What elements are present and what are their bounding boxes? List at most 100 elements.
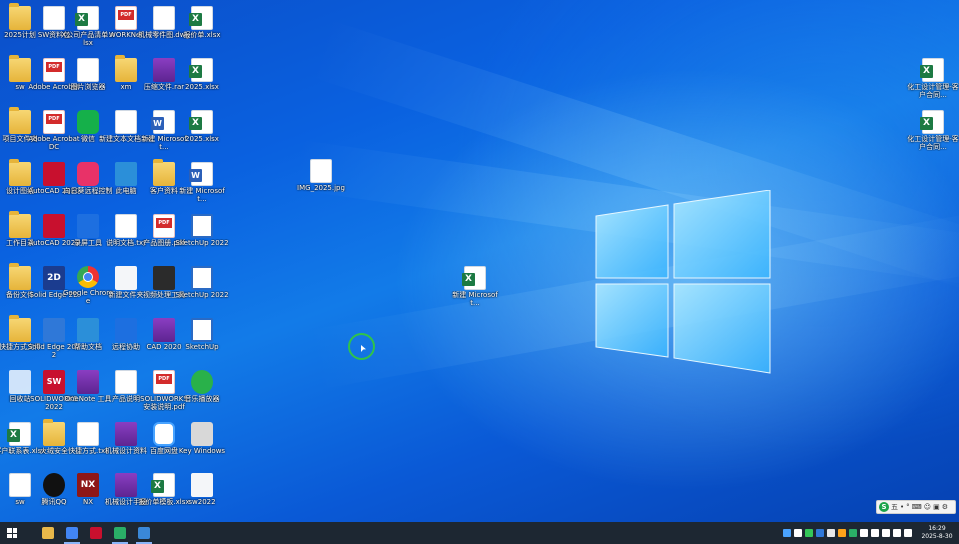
- desktop-icon-right2[interactable]: 化工设计管理-客户合同...: [905, 108, 959, 158]
- windows-start-icon: [7, 528, 17, 538]
- tray-icon-4[interactable]: [816, 529, 824, 537]
- taskbar-media-player-button[interactable]: [132, 522, 156, 544]
- desktop-icon-area: 2025计划SW资料包X公司产品清单.xlsxWORKNet机械零件图.dwg报…: [0, 0, 959, 522]
- tray-icon-12[interactable]: [904, 529, 912, 537]
- desktop-icon-r6c6[interactable]: SketchUp 2022: [174, 264, 230, 314]
- desktop-icon-label: Key Windows: [178, 447, 226, 455]
- tray-icon-3[interactable]: [805, 529, 813, 537]
- desktop-icon-r9c6[interactable]: Key Windows: [174, 420, 230, 470]
- xlsx-file-icon: [189, 110, 213, 134]
- media-player-icon: [138, 527, 150, 539]
- ime-brand-icon[interactable]: S: [879, 502, 889, 512]
- ime-emoji-icon[interactable]: ☺: [924, 503, 931, 511]
- tray-icon-2[interactable]: [794, 529, 802, 537]
- taskbar: 16:29 2025-8-30: [0, 522, 959, 544]
- desktop-icon-r7c6[interactable]: SketchUp: [174, 316, 230, 366]
- pdf-file-icon: [153, 214, 175, 238]
- nx-file-icon: NX: [77, 473, 99, 497]
- desktop-icon-r10c6[interactable]: sw2022: [174, 471, 230, 521]
- desktop-icon-label: 化工设计管理-客户合同...: [907, 135, 959, 151]
- blue-file-icon: [77, 214, 99, 238]
- tray-icon-10[interactable]: [882, 529, 890, 537]
- xlsx-file-icon: [920, 110, 944, 134]
- desktop-icon-label: sw2022: [188, 498, 216, 506]
- xlsx-file-icon: [151, 473, 175, 497]
- desktop-icon-mid2[interactable]: 新建 Microsoft...: [447, 264, 503, 314]
- tray-icon-9[interactable]: [871, 529, 879, 537]
- desktop-icon-label: 音乐播放器: [184, 395, 220, 403]
- pdf-file-icon: [153, 370, 175, 394]
- desktop-icon-r2c6[interactable]: 2025.xlsx: [174, 56, 230, 106]
- docx-file-icon: [189, 162, 213, 186]
- folder-file-icon: [153, 159, 175, 186]
- desktop-icon-label: 报价单.xlsx: [183, 31, 221, 39]
- blue-file-icon: [115, 318, 137, 342]
- taskbar-wechat-button[interactable]: [108, 522, 132, 544]
- chrome-file-icon: [77, 266, 99, 288]
- tool-file-icon: [115, 162, 137, 186]
- cloud-file-icon: [153, 422, 175, 446]
- ime-skin-icon[interactable]: ▣: [933, 503, 940, 511]
- ime-mode-label[interactable]: 五: [891, 502, 898, 512]
- desktop-icon-label: 新建 Microsoft...: [179, 187, 225, 203]
- desktop-icon-label: 化工设计管理-客户合同...: [907, 83, 959, 99]
- pink-file-icon: [77, 162, 99, 186]
- desktop-icon-label: SketchUp 2022: [175, 291, 229, 299]
- ime-toolbar[interactable]: S 五 • ° ⌨ ☺ ▣ ⚙: [876, 500, 956, 514]
- winrar-file-icon: [115, 473, 137, 497]
- xlsx-file-icon: [920, 58, 944, 82]
- tray-icons: [783, 529, 912, 537]
- desktop-icon-label: IMG_2025.jpg: [297, 184, 345, 192]
- desktop-icon-right1[interactable]: 化工设计管理-客户合同...: [905, 56, 959, 106]
- sdk-file-icon: [191, 214, 213, 238]
- ime-keyboard-icon[interactable]: ⌨: [912, 503, 922, 511]
- tray-icon-5[interactable]: [827, 529, 835, 537]
- dark-file-icon: [153, 266, 175, 290]
- desktop-icon-r5c6[interactable]: SketchUp 2022: [174, 212, 230, 262]
- pdf-file-icon: [115, 6, 137, 30]
- ime-punct-label[interactable]: •: [900, 503, 904, 511]
- file-file-icon: [153, 6, 175, 30]
- start-button[interactable]: [0, 522, 24, 544]
- file-file-icon: [77, 58, 99, 82]
- tray-icon-6[interactable]: [838, 529, 846, 537]
- tray-icon-11[interactable]: [893, 529, 901, 537]
- xlsx-file-icon: [189, 58, 213, 82]
- desktop-icon-label: SketchUp 2022: [175, 239, 229, 247]
- white-file-icon: [115, 266, 137, 290]
- taskbar-chrome-button[interactable]: [60, 522, 84, 544]
- recorder-icon: [90, 527, 102, 539]
- desktop-icon-r1c6[interactable]: 报价单.xlsx: [174, 4, 230, 54]
- ime-width-label[interactable]: °: [906, 503, 910, 511]
- tool-file-icon: [77, 318, 99, 342]
- desktop-icon-label: 2025.xlsx: [185, 83, 219, 91]
- usb-file-icon: [191, 422, 213, 446]
- taskbar-file-explorer-button[interactable]: [36, 522, 60, 544]
- xlsx-file-icon: [189, 6, 213, 30]
- desktop-icon-r3c6[interactable]: 2025.xlsx: [174, 108, 230, 158]
- tray-icon-7[interactable]: [849, 529, 857, 537]
- winrar-file-icon: [153, 58, 175, 82]
- sdk-file-icon: [191, 266, 213, 290]
- file-file-icon: [115, 214, 137, 238]
- tray-icon-8[interactable]: [860, 529, 868, 537]
- xlsx-file-icon: [462, 266, 486, 290]
- clock-date: 2025-8-30: [921, 533, 953, 540]
- green-file-icon: [77, 110, 99, 134]
- chrome-icon: [66, 527, 78, 539]
- docx-file-icon: [151, 110, 175, 134]
- tray-icon-1[interactable]: [783, 529, 791, 537]
- desktop-icon-r4c6[interactable]: 新建 Microsoft...: [174, 160, 230, 210]
- desktop-icon-mid1[interactable]: IMG_2025.jpg: [293, 157, 349, 207]
- taskbar-recorder-button[interactable]: [84, 522, 108, 544]
- file-file-icon: [115, 370, 137, 394]
- file-file-icon: [77, 422, 99, 446]
- desktop-icon-r8c6[interactable]: 音乐播放器: [174, 368, 230, 418]
- taskbar-clock[interactable]: 16:29 2025-8-30: [921, 525, 953, 541]
- file-file-icon: [310, 159, 332, 183]
- desktop-icon-label: 2025.xlsx: [185, 135, 219, 143]
- white-file-icon: [191, 473, 213, 497]
- wechat-icon: [114, 527, 126, 539]
- xlsx-file-icon: [75, 6, 99, 30]
- ime-settings-icon[interactable]: ⚙: [942, 503, 948, 511]
